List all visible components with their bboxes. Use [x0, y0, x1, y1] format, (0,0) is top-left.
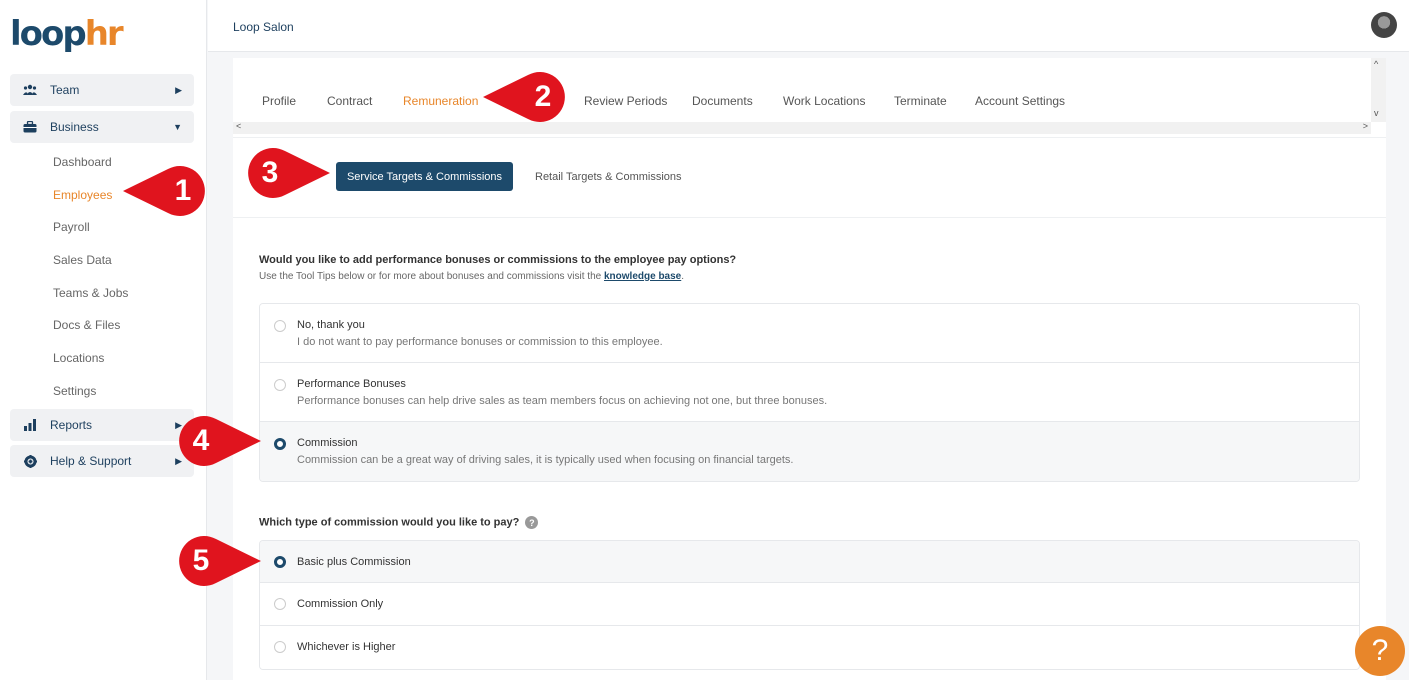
tab-work-locations[interactable]: Work Locations — [783, 94, 865, 122]
sidebar-group-label: Reports — [50, 418, 93, 432]
bar-chart-icon — [22, 419, 38, 431]
team-icon — [22, 84, 38, 96]
briefcase-icon — [22, 121, 38, 133]
sidebar-item-locations[interactable]: Locations — [53, 351, 104, 365]
callout-marker-4: 4 — [176, 416, 261, 466]
option-description: I do not want to pay performance bonuses… — [297, 336, 663, 348]
sidebar-item-docs-files[interactable]: Docs & Files — [53, 318, 120, 332]
sidebar-item-sales-data[interactable]: Sales Data — [53, 253, 112, 267]
bonus-question-title: Would you like to add performance bonuse… — [259, 254, 737, 266]
callout-marker-3: 3 — [245, 148, 330, 198]
sidebar-item-settings[interactable]: Settings — [53, 384, 96, 398]
option-basic-plus-commission[interactable]: Basic plus Commission — [260, 541, 1359, 583]
option-performance-bonuses[interactable]: Performance Bonuses Performance bonuses … — [260, 363, 1359, 422]
user-avatar[interactable] — [1371, 12, 1397, 38]
scroll-left-icon[interactable]: < — [236, 121, 241, 131]
tab-documents[interactable]: Documents — [692, 94, 753, 122]
callout-marker-5: 5 — [176, 536, 261, 586]
tab-terminate[interactable]: Terminate — [894, 94, 947, 122]
sidebar-group-help-support[interactable]: Help & Support ▶ — [10, 445, 194, 477]
callout-marker-2: 2 — [483, 72, 568, 122]
subtab-service-targets[interactable]: Service Targets & Commissions — [336, 162, 513, 191]
knowledge-base-link[interactable]: knowledge base — [604, 271, 681, 282]
option-title: Commission — [297, 437, 358, 449]
vertical-scrollbar[interactable]: ^ v — [1371, 58, 1386, 122]
sidebar-item-payroll[interactable]: Payroll — [53, 220, 90, 234]
radio-basic-plus-commission[interactable] — [274, 556, 286, 568]
organization-name[interactable]: Loop Salon — [233, 20, 294, 34]
subtab-retail-targets[interactable]: Retail Targets & Commissions — [535, 171, 682, 183]
sidebar-group-reports[interactable]: Reports ▶ — [10, 409, 194, 441]
option-title: Basic plus Commission — [297, 556, 411, 568]
tab-review-periods[interactable]: Review Periods — [584, 94, 667, 122]
option-description: Performance bonuses can help drive sales… — [297, 395, 828, 407]
sidebar-group-label: Business — [50, 120, 99, 134]
callout-marker-1: 1 — [123, 166, 208, 216]
bonus-question-hint: Use the Tool Tips below or for more abou… — [259, 271, 685, 282]
option-whichever-is-higher[interactable]: Whichever is Higher — [260, 626, 1359, 669]
option-title: Commission Only — [297, 598, 384, 610]
help-question-button[interactable]: ? — [1355, 626, 1405, 676]
subtab-bar: Service Targets & Commissions Retail Tar… — [233, 138, 1386, 218]
scroll-right-icon[interactable]: > — [1363, 121, 1368, 131]
option-description: Commission can be a great way of driving… — [297, 454, 794, 466]
sidebar-group-business[interactable]: Business ▼ — [10, 111, 194, 143]
bonus-options-group: No, thank you I do not want to pay perfo… — [259, 303, 1360, 482]
option-commission[interactable]: Commission Commission can be a great way… — [260, 422, 1359, 481]
sidebar-item-teams-jobs[interactable]: Teams & Jobs — [53, 286, 128, 300]
sidebar-group-team[interactable]: Team ▶ — [10, 74, 194, 106]
radio-performance-bonuses[interactable] — [274, 379, 286, 391]
horizontal-scrollbar[interactable]: < > — [233, 121, 1371, 134]
option-title: Performance Bonuses — [297, 378, 406, 390]
help-tooltip-icon[interactable]: ? — [525, 516, 539, 529]
option-title: Whichever is Higher — [297, 641, 396, 653]
loophr-logo[interactable]: loophr — [10, 14, 124, 54]
tab-profile[interactable]: Profile — [262, 94, 296, 122]
radio-no-thank-you[interactable] — [274, 320, 286, 332]
sidebar-group-label: Help & Support — [50, 454, 132, 468]
sidebar-group-label: Team — [50, 83, 80, 97]
tab-remuneration[interactable]: Remuneration — [403, 94, 479, 124]
tab-bar: Profile Contract Remuneration Review Per… — [233, 58, 1386, 138]
tab-account-settings[interactable]: Account Settings — [975, 94, 1065, 122]
scroll-up-icon[interactable]: ^ — [1374, 59, 1378, 69]
option-no-thank-you[interactable]: No, thank you I do not want to pay perfo… — [260, 304, 1359, 363]
option-title: No, thank you — [297, 319, 365, 331]
employee-card: Profile Contract Remuneration Review Per… — [233, 58, 1386, 680]
commission-type-question: Which type of commission would you like … — [259, 516, 539, 529]
tab-contract[interactable]: Contract — [327, 94, 372, 122]
lifebuoy-icon — [22, 454, 38, 468]
sidebar-item-dashboard[interactable]: Dashboard — [53, 155, 112, 169]
radio-whichever-is-higher[interactable] — [274, 641, 286, 653]
radio-commission[interactable] — [274, 438, 286, 450]
commission-type-options-group: Basic plus Commission Commission Only Wh… — [259, 540, 1360, 670]
option-commission-only[interactable]: Commission Only — [260, 583, 1359, 626]
sidebar-item-employees[interactable]: Employees — [53, 188, 112, 202]
caret-down-icon: ▼ — [173, 122, 182, 132]
radio-commission-only[interactable] — [274, 598, 286, 610]
scroll-down-icon[interactable]: v — [1374, 108, 1379, 118]
caret-right-icon: ▶ — [175, 84, 182, 95]
top-bar: Loop Salon — [208, 0, 1409, 52]
